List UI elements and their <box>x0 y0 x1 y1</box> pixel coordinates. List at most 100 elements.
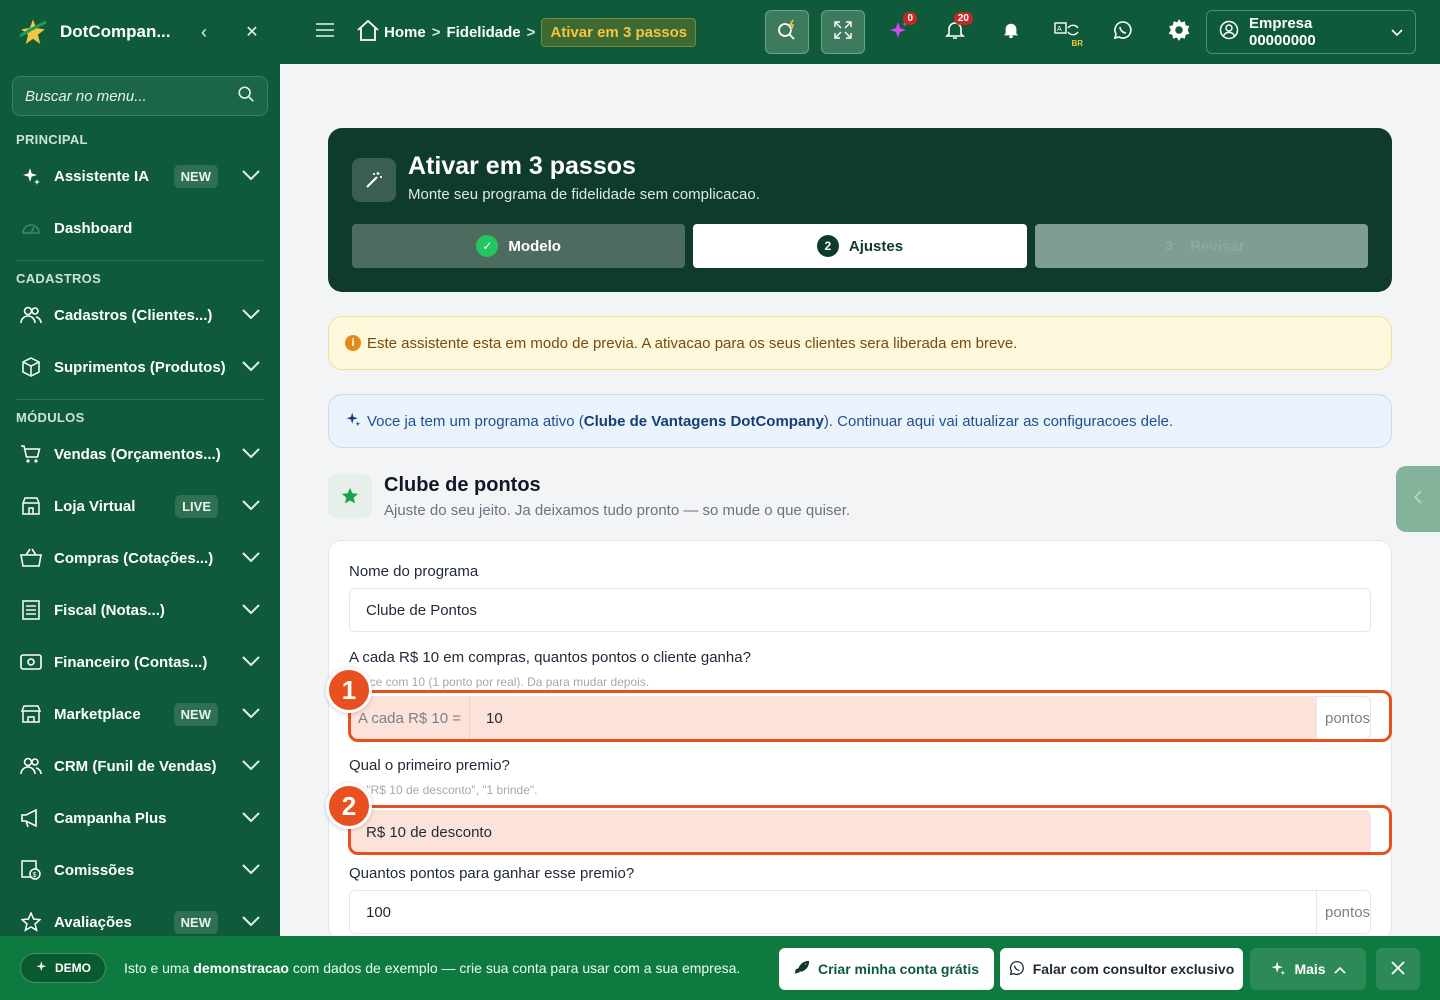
wizard-steps: ✓ Modelo 2 Ajustes 3 Revisar <box>352 224 1368 268</box>
section-cadastros: CADASTROS <box>16 270 102 286</box>
sidebar-item-vendas[interactable]: Vendas (Orçamentos...) <box>0 428 280 480</box>
sidebar-item-financeiro[interactable]: Financeiro (Contas...) <box>0 636 280 688</box>
chevron-down-icon <box>242 358 260 376</box>
company-selector[interactable]: Empresa 00000000 <box>1206 10 1416 54</box>
bell-filled-icon <box>1002 21 1020 44</box>
points-suffix: pontos <box>1316 697 1370 739</box>
chevron-down-icon <box>242 306 260 324</box>
active-program-info: Voce ja tem um programa ativo (Clube de … <box>328 394 1392 448</box>
chevron-down-icon <box>242 705 260 723</box>
step-modelo[interactable]: ✓ Modelo <box>352 224 686 268</box>
info-icon: i <box>345 335 361 351</box>
sidebar-item-campanha-plus[interactable]: Campanha Plus <box>0 792 280 844</box>
more-button[interactable]: Mais <box>1250 948 1366 990</box>
step-ajustes[interactable]: 2 Ajustes <box>693 224 1027 268</box>
section-subtitle: Ajuste do seu jeito. Ja deixamos tudo pr… <box>384 502 851 519</box>
commission-icon: $ <box>20 859 42 881</box>
chevron-down-icon <box>242 809 260 827</box>
sidebar-header: DotCompan... ‹ ✕ <box>0 0 280 64</box>
sidebar-item-label: Comissões <box>54 861 135 879</box>
demo-badge: DEMO <box>20 953 106 983</box>
notifications-button[interactable]: 20 <box>933 10 977 54</box>
search-bolt-icon <box>776 19 798 46</box>
breadcrumb-fidelidade[interactable]: Fidelidade <box>446 24 520 41</box>
sidebar-item-comissoes[interactable]: $ Comissões <box>0 844 280 896</box>
section-modulos: MÓDULOS <box>16 409 85 425</box>
sidebar-item-label: Vendas (Orçamentos...) <box>54 445 221 463</box>
sidebar-item-label: CRM (Funil de Vendas) <box>54 757 217 775</box>
first-prize-input[interactable] <box>350 811 1370 853</box>
sidebar-item-cadastros[interactable]: Cadastros (Clientes...) <box>0 289 280 341</box>
user-circle-icon <box>1219 20 1239 44</box>
sparkles-icon <box>35 960 49 977</box>
sidebar-item-marketplace[interactable]: Marketplace NEW <box>0 688 280 740</box>
sidebar-item-crm[interactable]: CRM (Funil de Vendas) <box>0 740 280 792</box>
whatsapp-button[interactable] <box>1101 10 1145 54</box>
fullscreen-button[interactable] <box>821 10 865 54</box>
ai-notifications-button[interactable]: 0 <box>877 10 921 54</box>
breadcrumb: Home > Fidelidade > Ativar em 3 passos <box>356 17 697 47</box>
points-per-purchase-input[interactable] <box>470 697 1316 739</box>
search-icon[interactable] <box>237 85 255 108</box>
breadcrumb-home[interactable]: Home <box>384 24 426 41</box>
sidebar-item-assistente-ia[interactable]: Assistente IA NEW <box>0 150 280 202</box>
step-number: 3 <box>1165 239 1173 253</box>
quick-search-button[interactable] <box>765 10 809 54</box>
cart-icon <box>20 443 42 465</box>
program-name-field <box>349 588 1371 632</box>
info-prefix: Voce ja tem um programa ativo ( <box>367 412 584 430</box>
expand-icon <box>833 20 853 45</box>
prize-points-field: pontos <box>349 890 1371 934</box>
first-prize-field <box>349 810 1371 854</box>
new-badge: NEW <box>173 164 218 188</box>
document-icon <box>20 599 42 621</box>
settings-button[interactable] <box>1157 10 1201 54</box>
sidebar-item-suprimentos[interactable]: Suprimentos (Produtos) <box>0 341 280 393</box>
notification-count-badge: 20 <box>953 12 973 25</box>
demo-text-prefix: Isto e uma <box>124 960 194 976</box>
sidebar-item-loja-virtual[interactable]: Loja Virtual LIVE <box>0 480 280 532</box>
close-sidebar-button[interactable]: ✕ <box>240 22 264 42</box>
sidebar-item-compras[interactable]: Compras (Cotações...) <box>0 532 280 584</box>
svg-text:A: A <box>1057 26 1062 33</box>
step-label: Revisar <box>1190 237 1245 255</box>
divider <box>16 399 264 400</box>
create-account-button[interactable]: Criar minha conta grátis <box>779 948 994 990</box>
close-banner-button[interactable] <box>1376 948 1420 990</box>
wizard-title: Ativar em 3 passos <box>408 152 636 180</box>
menu-search-input[interactable] <box>25 87 237 105</box>
menu-search-box <box>12 76 268 116</box>
talk-to-consultant-button[interactable]: Falar com consultor exclusivo <box>1000 948 1243 990</box>
sidebar-item-dashboard[interactable]: Dashboard <box>0 202 280 254</box>
sparkles-icon <box>345 411 361 431</box>
preview-warning: i Este assistente esta em modo de previa… <box>328 316 1392 370</box>
points-per-purchase-label: A cada R$ 10 em compras, quantos pontos … <box>349 649 751 666</box>
magic-wand-icon <box>352 158 396 202</box>
language-button[interactable]: A BR <box>1045 10 1089 54</box>
sidebar-item-label: Assistente IA <box>54 167 150 185</box>
step-label: Ajustes <box>848 237 904 255</box>
basket-icon <box>20 547 42 569</box>
sparkles-icon <box>20 165 42 187</box>
active-program-name: Clube de Vantagens DotCompany <box>583 412 824 430</box>
collapse-sidebar-button[interactable]: ‹ <box>192 22 216 43</box>
prize-points-label: Quantos pontos para ganhar esse premio? <box>349 865 635 882</box>
home-icon[interactable] <box>356 19 380 45</box>
top-bar-actions: 0 20 A BR <box>765 0 1213 64</box>
demo-text-bold: demonstracao <box>193 960 289 976</box>
prize-points-input[interactable] <box>350 891 1316 933</box>
new-badge: NEW <box>173 702 218 726</box>
menu-toggle-icon[interactable] <box>316 22 340 42</box>
sidebar-item-label: Fiscal (Notas...) <box>54 601 165 619</box>
chevron-down-icon <box>242 497 260 515</box>
demo-text: Isto e uma demonstracao com dados de exe… <box>124 960 740 976</box>
breadcrumb-separator: > <box>431 23 441 41</box>
brand-name: DotCompan... <box>60 22 171 41</box>
chevron-down-icon <box>242 549 260 567</box>
alerts-button[interactable] <box>989 10 1033 54</box>
sidebar-item-fiscal[interactable]: Fiscal (Notas...) <box>0 584 280 636</box>
step-revisar[interactable]: 3 Revisar <box>1034 224 1368 268</box>
info-text: Voce ja tem um programa ativo (Clube de … <box>367 413 1173 430</box>
program-name-input[interactable] <box>350 589 1370 631</box>
side-panel-toggle[interactable] <box>1396 466 1440 532</box>
